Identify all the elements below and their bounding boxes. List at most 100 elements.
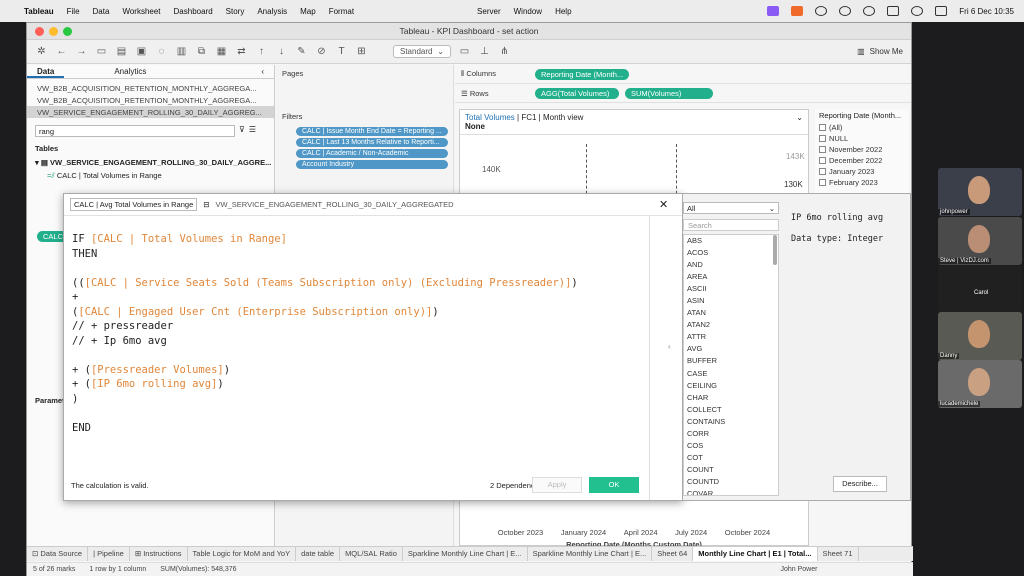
datasource-item[interactable]: VW_B2B_ACQUISITION_RETENTION_MONTHLY_AGG… xyxy=(27,82,274,94)
filter-icon[interactable]: ⊽ xyxy=(239,125,245,134)
forward-icon[interactable]: → xyxy=(75,46,88,58)
sheet-tab[interactable]: date table xyxy=(296,547,341,561)
filter-option[interactable]: November 2022 xyxy=(819,145,905,154)
menu-server[interactable]: Server xyxy=(477,7,501,16)
control-center-icon[interactable] xyxy=(935,6,948,16)
function-item[interactable]: AVG xyxy=(684,343,778,355)
code-line[interactable] xyxy=(72,406,578,421)
function-item[interactable]: AND xyxy=(684,259,778,271)
group-icon[interactable]: ⊘ xyxy=(315,46,328,58)
menu-dashboard[interactable]: Dashboard xyxy=(174,7,213,16)
checkbox[interactable] xyxy=(819,146,826,153)
presentation-icon[interactable]: ⊥ xyxy=(478,46,491,58)
sheet-tab[interactable]: ⊞ Instructions xyxy=(130,547,188,561)
function-list[interactable]: ABS ACOS AND AREA ASCII ASIN ATAN ATAN2 ATTR AVG B… xyxy=(683,234,779,496)
function-item[interactable]: COS xyxy=(684,440,778,452)
code-line[interactable]: // + pressreader xyxy=(72,319,578,334)
menu-worksheet[interactable]: Worksheet xyxy=(122,7,160,16)
close-window-icon[interactable] xyxy=(35,27,44,36)
panel-divider[interactable] xyxy=(649,216,650,500)
function-item[interactable]: ACOS xyxy=(684,247,778,259)
highlight-icon[interactable]: ✎ xyxy=(295,46,308,58)
row-pill[interactable]: AGG(Total Volumes) xyxy=(535,87,619,99)
status-icon-1[interactable] xyxy=(815,6,828,16)
sort-desc-icon[interactable]: ↓ xyxy=(275,46,288,58)
menu-format[interactable]: Format xyxy=(329,7,354,16)
function-item[interactable]: CEILING xyxy=(684,380,778,392)
function-item[interactable]: ATTR xyxy=(684,331,778,343)
function-item[interactable]: COUNT xyxy=(684,464,778,476)
function-item[interactable]: COVAR xyxy=(684,488,778,495)
show-me-button[interactable]: ▥ Show Me xyxy=(857,47,903,56)
fit-icon[interactable]: ▭ xyxy=(458,46,471,58)
minimize-window-icon[interactable] xyxy=(49,27,58,36)
filter-pill[interactable]: CALC | Academic / Non-Academic xyxy=(296,149,448,158)
status-user[interactable]: John Power xyxy=(781,566,818,573)
filter-pill[interactable]: CALC | Issue Month End Date = Reporting … xyxy=(296,127,448,136)
filter-option[interactable]: (All) xyxy=(819,123,905,132)
sort-asc-icon[interactable]: ↑ xyxy=(255,46,268,58)
sheet-tab[interactable]: Sparkline Monthly Line Chart | E... xyxy=(528,547,653,561)
filter-option[interactable]: NULL xyxy=(819,134,905,143)
status-icon-2[interactable] xyxy=(839,6,852,16)
describe-button[interactable]: Describe... xyxy=(833,476,887,492)
menu-clock[interactable]: Fri 6 Dec 10:35 xyxy=(959,7,1014,16)
filter-option[interactable]: December 2022 xyxy=(819,156,905,165)
datasource-item-selected[interactable]: VW_SERVICE_ENGAGEMENT_ROLLING_30_DAILY_A… xyxy=(27,106,274,118)
calc-name-input[interactable]: CALC | Avg Total Volumes in Range xyxy=(70,198,198,211)
tableau-logo-icon[interactable]: ✲ xyxy=(35,46,48,58)
title-menu-icon[interactable]: ⌄ xyxy=(796,113,803,122)
column-pill[interactable]: Reporting Date (Month... xyxy=(535,68,630,80)
new-sheet-icon[interactable]: ▣ xyxy=(135,46,148,58)
sheet-tab[interactable]: | Pipeline xyxy=(88,547,130,561)
sheet-tab-active[interactable]: Monthly Line Chart | E1 | Total... xyxy=(693,547,818,561)
field-item[interactable]: =⫽ CALC | Total Volumes in Range xyxy=(27,169,274,183)
code-line[interactable]: + ([Pressreader Volumes]) xyxy=(72,363,578,378)
wifi-icon[interactable] xyxy=(911,6,924,16)
refresh-icon[interactable]: ◌ xyxy=(155,46,168,58)
sheet-tab[interactable]: Sparkline Monthly Line Chart | E... xyxy=(403,547,528,561)
menu-app-name[interactable]: Tableau xyxy=(24,7,54,16)
checkbox[interactable] xyxy=(819,157,826,164)
code-line[interactable]: + ([IP 6mo rolling avg]) xyxy=(72,377,578,392)
code-line[interactable]: ) xyxy=(72,392,578,407)
code-line[interactable]: (([CALC | Service Seats Sold (Teams Subs… xyxy=(72,276,578,291)
code-line[interactable]: + xyxy=(72,290,578,305)
collapse-functions-icon[interactable]: ‹ xyxy=(668,342,671,351)
function-item[interactable]: CONTAINS xyxy=(684,416,778,428)
function-item[interactable]: COLLECT xyxy=(684,404,778,416)
record-icon[interactable] xyxy=(863,6,876,16)
sheet-tab[interactable]: Table Logic for MoM and YoY xyxy=(188,547,297,561)
code-line[interactable]: // + Ip 6mo avg xyxy=(72,334,578,349)
row-pill[interactable]: SUM(Volumes) xyxy=(625,87,713,99)
function-item[interactable]: AREA xyxy=(684,271,778,283)
checkbox[interactable] xyxy=(819,179,826,186)
pages-shelf[interactable]: Pages xyxy=(276,65,453,82)
calc-code-editor[interactable]: IF [CALC | Total Volumes in Range] THEN((… xyxy=(72,232,578,435)
filter-option[interactable]: January 2023 xyxy=(819,167,905,176)
checkbox[interactable] xyxy=(819,124,826,131)
function-item[interactable]: BUFFER xyxy=(684,355,778,367)
function-search-input[interactable]: Search xyxy=(683,219,779,231)
datasource-item[interactable]: VW_B2B_ACQUISITION_RETENTION_MONTHLY_AGG… xyxy=(27,94,274,106)
apply-button[interactable]: Apply xyxy=(532,477,582,493)
function-category-select[interactable]: All ⌄ xyxy=(683,202,779,214)
swap-icon[interactable]: ⇄ xyxy=(235,46,248,58)
menu-file[interactable]: File xyxy=(67,7,80,16)
chart-icon[interactable]: ▥ xyxy=(175,46,188,58)
function-item[interactable]: ATAN xyxy=(684,307,778,319)
filter-pill[interactable]: CALC | Last 13 Months Relative to Report… xyxy=(296,138,448,147)
field-search-input[interactable]: rang xyxy=(35,125,235,137)
table-item[interactable]: ▾ ▤ VW_SERVICE_ENGAGEMENT_ROLLING_30_DAI… xyxy=(27,156,274,169)
sheet-tab[interactable]: Sheet 71 xyxy=(818,547,859,561)
battery-icon[interactable] xyxy=(887,6,900,16)
duplicate-icon[interactable]: ⧉ xyxy=(195,46,208,58)
share-icon[interactable]: ⋔ xyxy=(498,46,511,58)
code-line[interactable]: IF [CALC | Total Volumes in Range] xyxy=(72,232,578,247)
screen-share-icon[interactable] xyxy=(767,6,780,16)
mark-type-select[interactable]: Standard ⌄ xyxy=(393,45,451,58)
back-icon[interactable]: ← xyxy=(55,46,68,58)
function-item[interactable]: ABS xyxy=(684,235,778,247)
function-item[interactable]: COT xyxy=(684,452,778,464)
new-datasource-icon[interactable]: ▭ xyxy=(95,46,108,58)
